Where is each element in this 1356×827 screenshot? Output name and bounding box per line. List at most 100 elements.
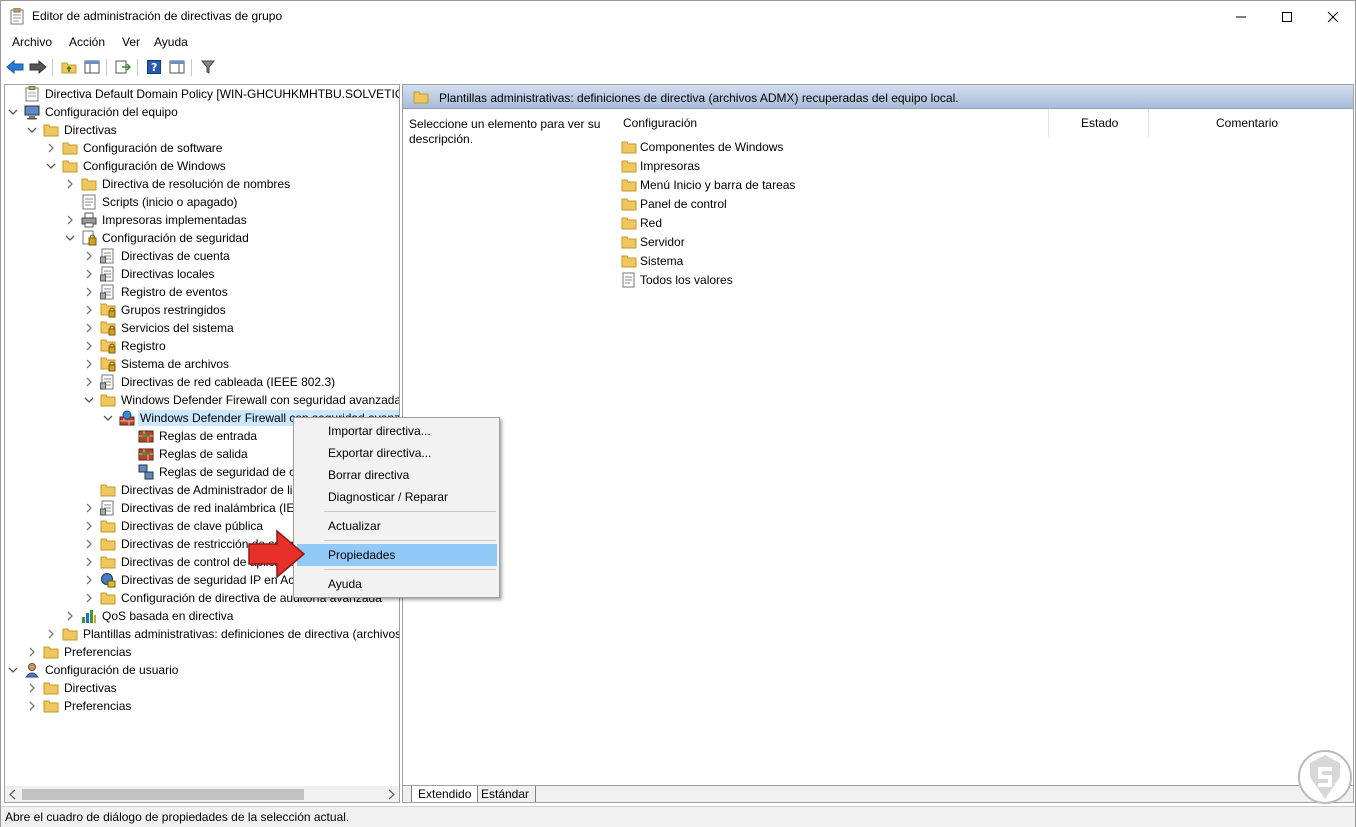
minimize-button[interactable] [1218, 1, 1264, 32]
tree-node-directiva-de-resolucion-de-nombres[interactable]: Directiva de resolución de nombres [64, 175, 292, 193]
chevron-down-icon[interactable] [7, 103, 19, 121]
chevron-right-icon[interactable] [83, 265, 95, 283]
tree-node-scripts-inicio-o-apagado[interactable]: Scripts (inicio o apagado) [64, 193, 239, 211]
chevron-down-icon[interactable] [7, 661, 19, 679]
chevron-right-icon[interactable] [83, 553, 95, 571]
chevron-right-icon[interactable] [83, 319, 95, 337]
menu-item-exportar-directiva[interactable]: Exportar directiva... [297, 442, 497, 464]
scroll-right-arrow-icon[interactable] [386, 789, 396, 800]
list-item-sistema[interactable]: Sistema [621, 251, 683, 270]
toolbar-separator [106, 59, 107, 76]
help-button[interactable]: ? [144, 58, 164, 76]
chevron-down-icon[interactable] [45, 157, 57, 175]
chevron-right-icon[interactable] [83, 355, 95, 373]
column-header-comentario[interactable]: Comentario [1149, 109, 1341, 137]
menu-item-actualizar[interactable]: Actualizar [297, 515, 497, 537]
chevron-right-icon[interactable] [64, 211, 76, 229]
list-item-menu-inicio-y-barra-de-tareas[interactable]: Menú Inicio y barra de tareas [621, 175, 795, 194]
tree-node-servicios-del-sistema[interactable]: Servicios del sistema [83, 319, 236, 337]
close-button[interactable] [1310, 1, 1356, 32]
list-item-componentes-de-windows[interactable]: Componentes de Windows [621, 137, 783, 156]
menu-archivo[interactable]: Archivo [12, 35, 52, 49]
firewall-icon [119, 410, 135, 426]
tree-node-windows-defender-firewall-con-seguridad-avanzada[interactable]: Windows Defender Firewall con seguridad … [83, 391, 399, 409]
chevron-right-icon[interactable] [64, 607, 76, 625]
list-item-servidor[interactable]: Servidor [621, 232, 685, 251]
menu-item-borrar-directiva[interactable]: Borrar directiva [297, 464, 497, 486]
tree-node-configuracion-de-seguridad[interactable]: Configuración de seguridad [64, 229, 251, 247]
chevron-right-icon[interactable] [83, 589, 95, 607]
tree-node-configuracion-de-windows[interactable]: Configuración de Windows [45, 157, 228, 175]
tree-node-plantillas-administrativas-definiciones-de-directiva-archivos[interactable]: Plantillas administrativas: definiciones… [45, 625, 399, 643]
list-item-panel-de-control[interactable]: Panel de control [621, 194, 727, 213]
chevron-right-icon[interactable] [83, 373, 95, 391]
tree-node-reglas-de-salida[interactable]: Reglas de salida [121, 445, 250, 463]
chevron-right-icon[interactable] [45, 625, 57, 643]
up-one-level-button[interactable] [59, 58, 79, 76]
menu-item-importar-directiva[interactable]: Importar directiva... [297, 420, 497, 442]
tree-node-reglas-de-entrada[interactable]: Reglas de entrada [121, 427, 259, 445]
chevron-right-icon[interactable] [83, 337, 95, 355]
menu-item-propiedades[interactable]: Propiedades [297, 544, 497, 566]
back-button[interactable] [5, 58, 25, 76]
list-item-todos-los-valores[interactable]: Todos los valores [621, 270, 733, 289]
tree-node-directivas-de-cuenta[interactable]: Directivas de cuenta [83, 247, 232, 265]
tree-node-directivas-de-clave-publica[interactable]: Directivas de clave pública [83, 517, 265, 535]
chevron-right-icon[interactable] [26, 679, 38, 697]
chevron-right-icon[interactable] [83, 283, 95, 301]
tree-node-label: Directiva de resolución de nombres [102, 177, 291, 191]
show-action-pane-button[interactable] [167, 58, 187, 76]
tree-node-registro[interactable]: Registro [83, 337, 168, 355]
tree-node-qos-basada-en-directiva[interactable]: QoS basada en directiva [64, 607, 235, 625]
list-item-red[interactable]: Red [621, 213, 662, 232]
chevron-right-icon[interactable] [83, 517, 95, 535]
tree-node-directivas-de-red-cableada-ieee-802-3[interactable]: Directivas de red cableada (IEEE 802.3) [83, 373, 337, 391]
menu-item-diagnosticar-reparar[interactable]: Diagnosticar / Reparar [297, 486, 497, 508]
menu-item-ayuda[interactable]: Ayuda [297, 573, 497, 595]
chevron-right-icon[interactable] [83, 535, 95, 553]
menu-accion[interactable]: Acción [69, 35, 105, 49]
column-header-configuracion[interactable]: Configuración [617, 109, 1049, 137]
tree-node-sistema-de-archivos[interactable]: Sistema de archivos [83, 355, 231, 373]
tree-node-directiva-default-domain-policy-win-ghcuhkmhtbu-solvetic-co[interactable]: Directiva Default Domain Policy [WIN-GHC… [7, 85, 399, 103]
chevron-right-icon[interactable] [83, 499, 95, 517]
list-item-impresoras[interactable]: Impresoras [621, 156, 700, 175]
tab-estandar[interactable]: Estándar [475, 786, 537, 802]
tree-node-grupos-restringidos[interactable]: Grupos restringidos [83, 301, 228, 319]
menu-ver[interactable]: Ver [122, 35, 140, 49]
filter-button[interactable] [198, 58, 218, 76]
scroll-thumb[interactable] [22, 789, 304, 800]
chevron-down-icon[interactable] [26, 121, 38, 139]
tree-node-configuracion-de-software[interactable]: Configuración de software [45, 139, 224, 157]
chevron-right-icon[interactable] [64, 175, 76, 193]
tree-node-preferencias[interactable]: Preferencias [26, 643, 133, 661]
show-hide-console-tree-button[interactable] [82, 58, 102, 76]
export-list-button[interactable] [113, 58, 133, 76]
maximize-button[interactable] [1264, 1, 1310, 32]
chevron-down-icon[interactable] [83, 391, 95, 409]
tree-node-registro-de-eventos[interactable]: Registro de eventos [83, 283, 230, 301]
chevron-right-icon[interactable] [83, 301, 95, 319]
chevron-right-icon[interactable] [83, 247, 95, 265]
tab-extendido[interactable]: Extendido [411, 786, 479, 802]
menu-ayuda[interactable]: Ayuda [154, 35, 188, 49]
chevron-right-icon[interactable] [45, 139, 57, 157]
chevron-down-icon[interactable] [102, 409, 114, 427]
tree-node-configuracion-del-equipo[interactable]: Configuración del equipo [7, 103, 180, 121]
chevron-right-icon[interactable] [83, 571, 95, 589]
chevron-right-icon[interactable] [26, 643, 38, 661]
tree-node-configuracion-de-usuario[interactable]: Configuración de usuario [7, 661, 180, 679]
tree-node-preferencias[interactable]: Preferencias [26, 697, 133, 715]
column-header-estado[interactable]: Estado [1049, 109, 1149, 137]
chevron-down-icon[interactable] [64, 229, 76, 247]
status-text: Abre el cuadro de diálogo de propiedades… [5, 810, 350, 824]
chevron-right-icon[interactable] [26, 697, 38, 715]
tree-node-directivas[interactable]: Directivas [26, 121, 119, 139]
tree-node-label: Directivas [64, 681, 117, 695]
tree-horizontal-scrollbar[interactable] [5, 786, 399, 802]
tree-node-directivas[interactable]: Directivas [26, 679, 119, 697]
tree-node-impresoras-implementadas[interactable]: Impresoras implementadas [64, 211, 249, 229]
scroll-left-arrow-icon[interactable] [8, 789, 18, 800]
forward-button[interactable] [28, 58, 48, 76]
tree-node-directivas-locales[interactable]: Directivas locales [83, 265, 216, 283]
